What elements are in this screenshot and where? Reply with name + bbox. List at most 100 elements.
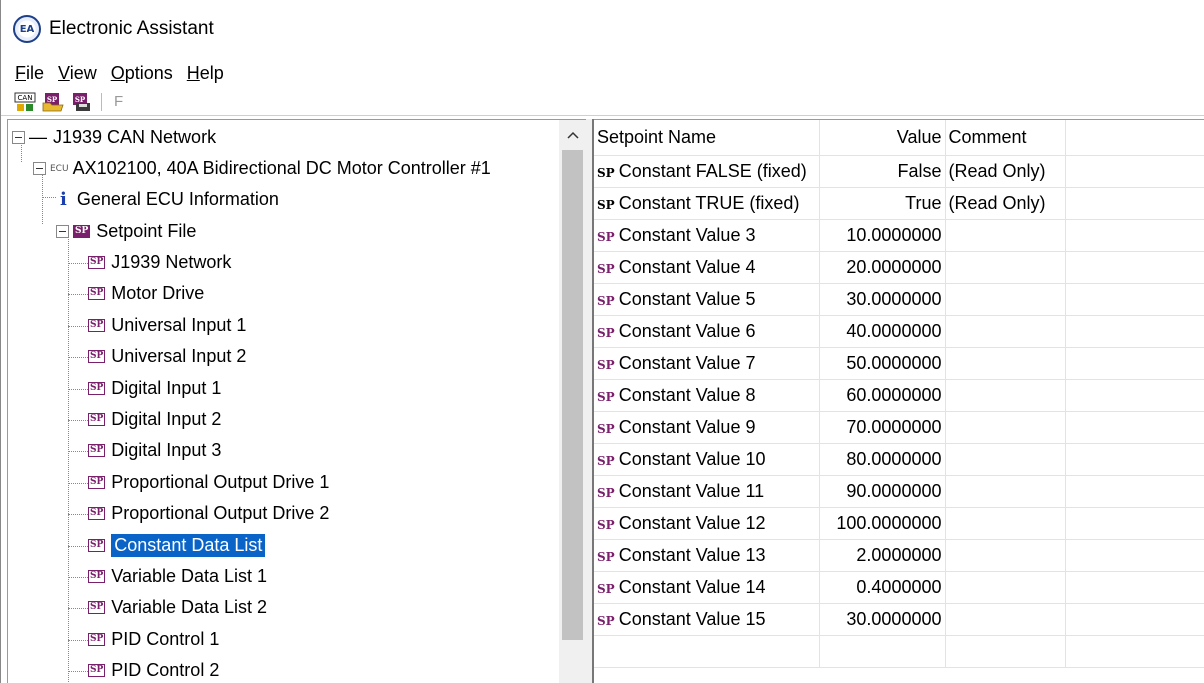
table-row[interactable]: SP Constant TRUE (fixed) True (Read Only) <box>594 187 1204 220</box>
tree-scrollbar[interactable] <box>559 119 586 683</box>
setpoint-name: Constant FALSE (fixed) <box>618 160 807 181</box>
table-row[interactable]: SP Constant Value 9 70.0000000 <box>594 411 1204 444</box>
setpoint-name-cell[interactable]: SP Constant Value 15 <box>594 603 820 636</box>
setpoint-name-cell[interactable]: SP Constant TRUE (fixed) <box>594 187 820 220</box>
table-row[interactable]: SP Constant Value 14 0.4000000 <box>594 571 1204 604</box>
collapse-setpoint-file-icon[interactable] <box>56 225 69 238</box>
setpoint-icon: SP <box>88 570 106 583</box>
tree-item-setpoint-group[interactable]: SP PID Control 2 <box>88 655 219 683</box>
setpoint-name-cell[interactable]: SP Constant Value 5 <box>594 283 820 316</box>
collapse-network-icon[interactable] <box>12 131 25 144</box>
setpoint-value-cell[interactable]: 2.0000000 <box>819 539 946 572</box>
setpoint-value-cell[interactable]: 30.0000000 <box>819 603 946 636</box>
menu-view[interactable]: View <box>56 63 99 84</box>
tree-item-setpoint-file[interactable]: SP Setpoint File <box>56 216 196 247</box>
tree-item-setpoint-group[interactable]: SP J1939 Network <box>88 247 231 278</box>
tree-item-setpoint-group[interactable]: SP Universal Input 2 <box>88 341 246 372</box>
setpoint-name-cell[interactable]: SP Constant Value 14 <box>594 571 820 604</box>
tree-item-setpoint-group[interactable]: SP Constant Data List <box>88 530 266 561</box>
setpoint-value-cell[interactable]: False <box>819 155 946 188</box>
tree-item-setpoint-group[interactable]: SP Digital Input 2 <box>88 404 221 435</box>
flash-button[interactable]: F <box>110 93 127 110</box>
table-row[interactable]: SP Constant Value 6 40.0000000 <box>594 315 1204 348</box>
tree-item-setpoint-group[interactable]: SP Digital Input 1 <box>88 373 221 404</box>
menu-options[interactable]: Options <box>109 63 175 84</box>
tree-item-setpoint-group[interactable]: SP Digital Input 3 <box>88 435 221 466</box>
setpoint-name-cell[interactable]: SP Constant Value 4 <box>594 251 820 284</box>
menu-file[interactable]: File <box>13 63 46 84</box>
table-row[interactable]: SP Constant Value 13 2.0000000 <box>594 539 1204 572</box>
can-connect-icon[interactable]: CAN <box>13 91 37 113</box>
setpoint-name-cell[interactable]: SP Constant Value 11 <box>594 475 820 508</box>
setpoint-value-cell[interactable]: 20.0000000 <box>819 251 946 284</box>
header-comment[interactable]: Comment <box>945 120 1066 156</box>
setpoint-value-cell[interactable]: 90.0000000 <box>819 475 946 508</box>
setpoint-comment-cell <box>945 507 1066 540</box>
setpoint-icon: SP <box>597 229 615 244</box>
save-setpoint-file-icon[interactable]: SP <box>69 91 93 113</box>
tree-item-setpoint-group[interactable]: SP Proportional Output Drive 1 <box>88 467 329 498</box>
table-row[interactable]: SP Constant Value 10 80.0000000 <box>594 443 1204 476</box>
setpoint-value-cell[interactable]: 70.0000000 <box>819 411 946 444</box>
tree-item-setpoint-group[interactable]: SP Variable Data List 1 <box>88 561 267 592</box>
setpoint-name-cell[interactable]: SP Constant Value 12 <box>594 507 820 540</box>
scrollbar-thumb[interactable] <box>562 150 583 640</box>
setpoint-icon: SP <box>597 197 615 212</box>
tree-item-network[interactable]: — J1939 CAN Network <box>12 122 216 153</box>
empty-cell <box>1065 379 1204 412</box>
table-row[interactable]: SP Constant Value 11 90.0000000 <box>594 475 1204 508</box>
open-setpoint-file-icon[interactable]: SP <box>41 91 65 113</box>
setpoint-icon: SP <box>88 381 106 395</box>
empty-cell <box>1065 283 1204 316</box>
header-value[interactable]: Value <box>819 120 946 156</box>
setpoint-value-cell[interactable]: 10.0000000 <box>819 219 946 252</box>
setpoint-file-icon: SP <box>73 225 91 238</box>
tree-item-setpoint-group[interactable]: SP Variable Data List 2 <box>88 592 267 623</box>
setpoint-name-cell[interactable]: SP Constant Value 3 <box>594 219 820 252</box>
setpoint-name-cell[interactable]: SP Constant Value 7 <box>594 347 820 380</box>
tree-label-general-info: General ECU Information <box>76 189 279 209</box>
empty-cell <box>1065 411 1204 444</box>
table-row[interactable]: SP Constant Value 12 100.0000000 <box>594 507 1204 540</box>
setpoint-name-cell[interactable]: SP Constant Value 6 <box>594 315 820 348</box>
table-row[interactable]: SP Constant Value 5 30.0000000 <box>594 283 1204 316</box>
setpoint-value-cell[interactable]: 50.0000000 <box>819 347 946 380</box>
setpoint-name-cell[interactable]: SP Constant Value 8 <box>594 379 820 412</box>
setpoint-value-cell[interactable]: 0.4000000 <box>819 571 946 604</box>
scroll-up-arrow-icon[interactable] <box>559 120 586 150</box>
setpoint-icon: SP <box>597 453 615 468</box>
setpoint-name-cell[interactable]: SP Constant Value 13 <box>594 539 820 572</box>
table-row[interactable]: SP Constant Value 8 60.0000000 <box>594 379 1204 412</box>
setpoint-name-cell[interactable]: SP Constant Value 10 <box>594 443 820 476</box>
tree-item-setpoint-group[interactable]: SP Motor Drive <box>88 278 204 309</box>
ecu-tree[interactable]: — J1939 CAN Network ECU AX102100, 40A Bidir… <box>7 119 559 683</box>
setpoint-name-cell[interactable]: SP Constant Value 9 <box>594 411 820 444</box>
setpoint-value-cell[interactable]: 80.0000000 <box>819 443 946 476</box>
setpoint-value-cell[interactable]: True <box>819 187 946 220</box>
setpoint-value-cell[interactable]: 40.0000000 <box>819 315 946 348</box>
tree-item-setpoint-group[interactable]: SP Universal Input 1 <box>88 310 246 341</box>
setpoint-value-cell[interactable]: 60.0000000 <box>819 379 946 412</box>
tree-item-setpoint-group[interactable]: SP PID Control 1 <box>88 624 219 655</box>
tree-item-setpoint-group[interactable]: SP Proportional Output Drive 2 <box>88 498 329 529</box>
pane-splitter[interactable] <box>586 119 594 683</box>
setpoint-name: Constant Value 8 <box>618 384 756 405</box>
tree-connector-line <box>68 608 88 610</box>
collapse-ecu-icon[interactable] <box>33 162 46 175</box>
tree-item-ecu[interactable]: ECU AX102100, 40A Bidirectional DC Motor … <box>33 153 491 184</box>
table-row[interactable]: SP Constant FALSE (fixed) False (Read Only) <box>594 155 1204 188</box>
setpoint-icon: SP <box>597 581 615 596</box>
table-row[interactable]: SP Constant Value 3 10.0000000 <box>594 219 1204 252</box>
table-row[interactable]: SP Constant Value 7 50.0000000 <box>594 347 1204 380</box>
setpoint-value-cell[interactable]: 100.0000000 <box>819 507 946 540</box>
setpoint-name: Constant Value 11 <box>618 480 765 501</box>
setpoint-value-cell[interactable]: 30.0000000 <box>819 283 946 316</box>
tree-label-setpoint-file: Setpoint File <box>96 221 197 241</box>
tree-connector-line <box>68 420 88 421</box>
table-row[interactable]: SP Constant Value 15 30.0000000 <box>594 603 1204 636</box>
table-row[interactable]: SP Constant Value 4 20.0000000 <box>594 251 1204 284</box>
tree-item-general-info[interactable]: i General ECU Information <box>56 184 279 215</box>
menu-help[interactable]: Help <box>185 63 226 84</box>
setpoint-name-cell[interactable]: SP Constant FALSE (fixed) <box>594 155 820 188</box>
header-setpoint-name[interactable]: Setpoint Name <box>594 120 820 156</box>
